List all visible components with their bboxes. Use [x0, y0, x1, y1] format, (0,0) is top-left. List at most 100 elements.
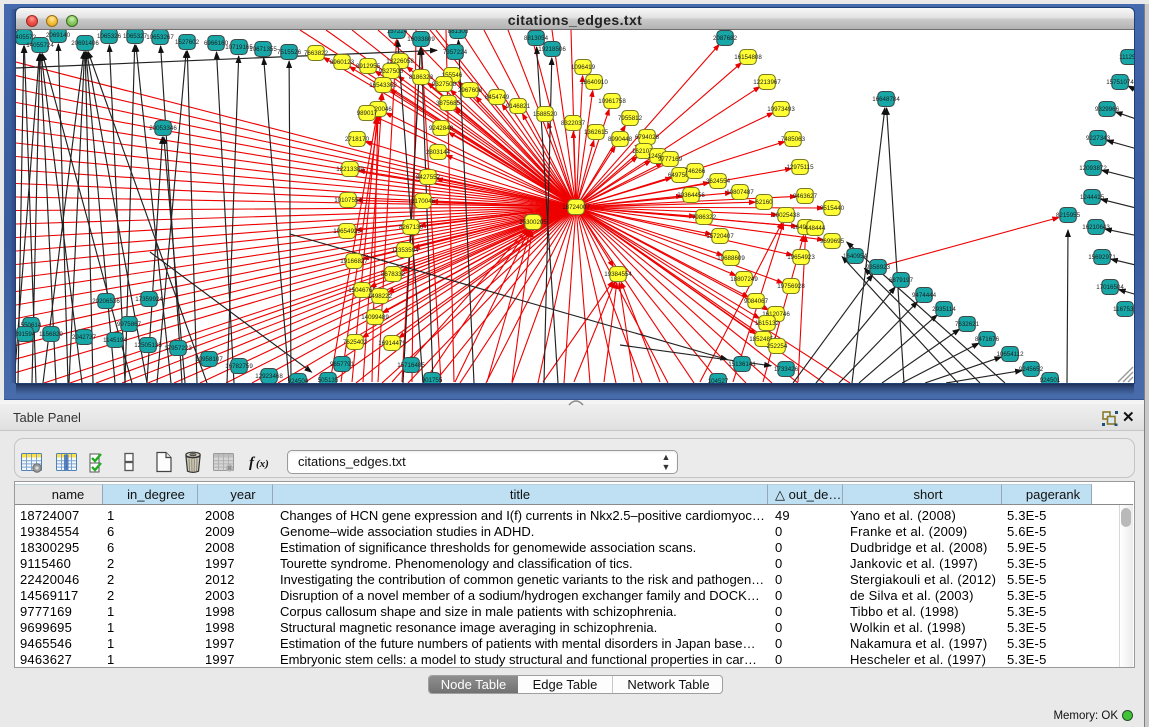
svg-text:16154808: 16154808	[734, 54, 762, 61]
svg-text:104527: 104527	[708, 378, 729, 383]
svg-text:1065326: 1065326	[97, 33, 122, 40]
svg-text:19654923: 19654923	[787, 254, 815, 261]
svg-text:9699695: 9699695	[820, 238, 845, 245]
svg-text:16543362: 16543362	[369, 82, 397, 89]
svg-text:1167533: 1167533	[1113, 306, 1134, 313]
svg-text:3875685: 3875685	[436, 100, 461, 107]
svg-text:8427552: 8427552	[416, 174, 441, 181]
svg-text:901755: 901755	[422, 377, 443, 383]
svg-text:8267130: 8267130	[399, 224, 424, 231]
svg-text:18640910: 18640910	[580, 79, 608, 86]
svg-text:1615132: 1615132	[755, 320, 780, 327]
svg-text:11353594: 11353594	[391, 247, 419, 254]
svg-text:1096419: 1096419	[571, 64, 596, 71]
svg-text:12213389: 12213389	[336, 166, 364, 173]
svg-text:16033809: 16033809	[407, 36, 435, 43]
svg-text:1733426: 1733426	[774, 366, 799, 373]
svg-text:2942737: 2942737	[72, 334, 97, 341]
svg-text:10958107: 10958107	[195, 356, 223, 363]
svg-text:881305: 881305	[448, 30, 469, 35]
svg-text:15716485: 15716485	[397, 362, 425, 369]
svg-text:9242848: 9242848	[429, 125, 454, 132]
svg-text:9975867: 9975867	[117, 321, 142, 328]
svg-text:391594: 391594	[16, 331, 36, 338]
svg-text:14099489: 14099489	[361, 314, 389, 321]
svg-text:9515440: 9515440	[820, 205, 845, 212]
svg-text:15751074: 15751074	[1106, 79, 1134, 86]
svg-text:19654925: 19654925	[333, 228, 361, 235]
svg-text:7515526: 7515526	[277, 49, 302, 56]
svg-text:15136141: 15136141	[728, 361, 756, 368]
svg-text:2718170: 2718170	[345, 136, 370, 143]
svg-text:7663822: 7663822	[304, 50, 329, 57]
svg-text:16782759: 16782759	[225, 363, 253, 370]
svg-text:12213967: 12213967	[753, 79, 781, 86]
svg-text:(x): (x)	[256, 458, 269, 470]
svg-text:12505135: 12505135	[134, 342, 162, 349]
svg-text:924504: 924504	[288, 378, 309, 383]
svg-text:9329966: 9329966	[1095, 106, 1120, 113]
svg-text:1145194: 1145194	[103, 337, 127, 344]
svg-text:8454749: 8454749	[485, 94, 510, 101]
svg-text:8471676: 8471676	[975, 336, 1000, 343]
svg-text:16914479: 16914479	[378, 340, 406, 347]
svg-text:19218506: 19218506	[538, 46, 566, 53]
svg-text:10107554: 10107554	[334, 197, 362, 204]
svg-text:18724007: 18724007	[562, 204, 590, 211]
svg-text:1588520: 1588520	[533, 111, 558, 118]
svg-text:8186323: 8186323	[409, 74, 434, 81]
svg-text:19384554: 19384554	[604, 271, 632, 278]
svg-text:1362615: 1362615	[584, 129, 609, 136]
svg-text:19756928: 19756928	[777, 283, 805, 290]
svg-text:8215955: 8215955	[1056, 212, 1081, 219]
svg-text:14055724: 14055724	[26, 42, 54, 49]
svg-text:12923468: 12923468	[255, 373, 283, 380]
svg-text:8678332: 8678332	[381, 271, 406, 278]
svg-text:9777169: 9777169	[658, 156, 683, 163]
svg-text:62160: 62160	[755, 199, 773, 206]
svg-text:f: f	[249, 455, 256, 471]
svg-text:2935114: 2935114	[932, 306, 956, 313]
svg-text:10807487: 10807487	[726, 189, 754, 196]
svg-text:17957223: 17957223	[164, 345, 192, 352]
svg-text:10973493: 10973493	[767, 106, 795, 113]
svg-text:924501: 924501	[1040, 377, 1061, 383]
svg-text:9463627: 9463627	[793, 193, 818, 200]
svg-text:7986322: 7986322	[692, 214, 717, 221]
svg-text:157224: 157224	[387, 30, 408, 35]
svg-text:2069140: 2069140	[46, 32, 71, 39]
svg-text:505135: 505135	[318, 377, 339, 383]
svg-text:10961758: 10961758	[598, 98, 626, 105]
svg-text:9327506: 9327506	[379, 68, 404, 75]
svg-text:989017: 989017	[357, 110, 378, 117]
svg-text:20206536: 20206536	[92, 298, 120, 305]
svg-text:9227343: 9227343	[1086, 135, 1111, 142]
svg-text:15692971: 15692971	[1088, 254, 1116, 261]
svg-text:8322037: 8322037	[561, 120, 586, 127]
svg-text:16210643: 16210643	[1082, 224, 1110, 231]
svg-text:9327508: 9327508	[432, 81, 457, 88]
svg-text:17016504: 17016504	[1096, 284, 1124, 291]
svg-text:1065327: 1065327	[123, 33, 148, 40]
svg-text:9084067: 9084067	[744, 298, 769, 305]
svg-text:1640954: 1640954	[843, 253, 868, 260]
svg-text:17359924: 17359924	[135, 296, 163, 303]
svg-text:2170046: 2170046	[411, 198, 436, 205]
svg-text:19166827: 19166827	[340, 258, 368, 265]
svg-text:9657791: 9657791	[330, 361, 355, 368]
svg-text:15720407: 15720407	[706, 233, 734, 240]
svg-text:20364456: 20364456	[677, 192, 705, 199]
svg-text:2803144: 2803144	[426, 149, 451, 156]
svg-text:8912955: 8912955	[356, 63, 381, 70]
svg-text:7625402: 7625402	[343, 339, 368, 346]
svg-text:8990448: 8990448	[608, 136, 633, 143]
svg-text:18807249: 18807249	[730, 276, 758, 283]
svg-text:746266: 746266	[685, 168, 706, 175]
svg-text:9358923: 9358923	[866, 264, 891, 271]
svg-text:16648784: 16648784	[872, 96, 900, 103]
svg-text:8813054: 8813054	[524, 35, 549, 42]
svg-text:7357224: 7357224	[443, 49, 468, 56]
svg-text:7632621: 7632621	[955, 321, 980, 328]
svg-text:20053346: 20053346	[149, 125, 177, 132]
svg-text:8960123: 8960123	[330, 59, 355, 66]
